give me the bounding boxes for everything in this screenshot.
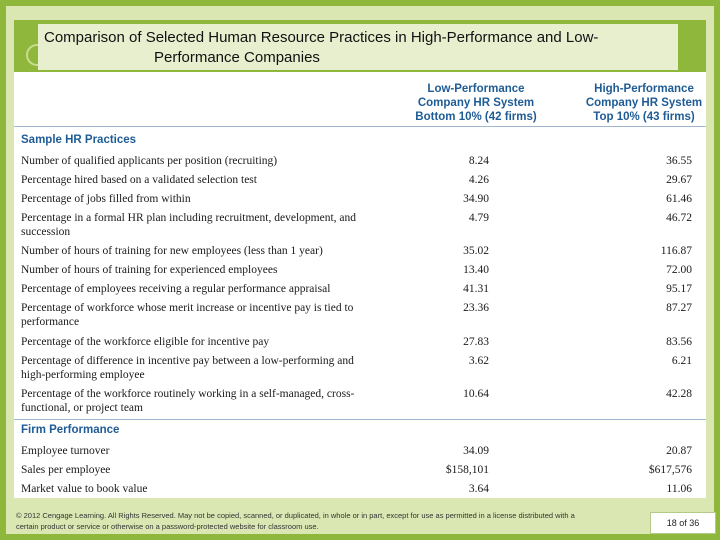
row-label: Percentage of difference in incentive pa… [21, 355, 354, 381]
column-header-high: High-Performance Company HR System Top 1… [569, 82, 719, 124]
column-header-low-line: Low-Performance [427, 83, 525, 95]
row-value-low: $158,101 [445, 464, 489, 476]
row-label: Percentage of the workforce routinely wo… [21, 388, 355, 414]
row-value-high: 42.28 [666, 388, 692, 400]
column-header-low-line: Company HR System [417, 97, 535, 109]
row-value-high: 83.56 [666, 336, 692, 348]
row-label: Percentage of workforce whose merit incr… [21, 302, 354, 328]
row-label: Sales per employee [21, 464, 111, 476]
header-rule [14, 126, 706, 127]
page-number: 18 of 36 [650, 512, 716, 534]
row-value-low: 34.09 [463, 445, 489, 457]
row-label: Percentage hired based on a validated se… [21, 174, 257, 186]
row-value-high: 20.87 [666, 445, 692, 457]
copyright-notice: © 2012 Cengage Learning. All Rights Rese… [16, 511, 575, 531]
column-header-high-line: Company HR System [585, 97, 703, 109]
section-heading-practices: Sample HR Practices [21, 134, 137, 146]
column-header-high-line: Top 10% (43 firms) [593, 111, 695, 123]
row-value-low: 27.83 [463, 336, 489, 348]
row-label: Percentage of the workforce eligible for… [21, 336, 270, 348]
title-line-1: Comparison of Selected Human Resource Pr… [44, 29, 599, 46]
row-value-high: 29.67 [666, 174, 692, 186]
row-value-high: 87.27 [666, 302, 692, 314]
row-value-high: 95.17 [666, 283, 692, 295]
row-value-low: 13.40 [463, 264, 489, 276]
row-value-low: 4.26 [468, 174, 489, 186]
row-value-high: $617,576 [648, 464, 692, 476]
row-value-low: 23.36 [463, 302, 489, 314]
row-value-high: 46.72 [666, 212, 692, 224]
row-value-high: 36.55 [666, 155, 692, 167]
row-value-low: 4.79 [468, 212, 489, 224]
column-header-high-line: High-Performance [594, 83, 694, 95]
row-value-low: 34.90 [463, 193, 489, 205]
section-rule [14, 419, 706, 420]
row-value-high: 61.46 [666, 193, 692, 205]
row-label: Number of qualified applicants per posit… [21, 155, 278, 167]
row-value-low: 35.02 [463, 245, 489, 257]
column-header-low-line: Bottom 10% (42 firms) [415, 111, 537, 123]
title-line-2: Performance Companies [154, 49, 320, 66]
row-value-low: 41.31 [463, 283, 489, 295]
row-label: Percentage of employees receiving a regu… [21, 283, 331, 295]
slide-title: Comparison of Selected Human Resource Pr… [44, 28, 664, 68]
row-label: Percentage in a formal HR plan including… [21, 212, 356, 238]
row-value-high: 116.87 [660, 245, 692, 257]
row-value-high: 11.06 [666, 483, 692, 495]
row-label: Percentage of jobs filled from within [21, 193, 191, 205]
row-value-low: 8.24 [468, 155, 489, 167]
row-label: Number of hours of training for new empl… [21, 245, 323, 257]
row-label: Employee turnover [21, 445, 110, 457]
row-value-low: 10.64 [463, 388, 489, 400]
row-value-low: 3.62 [468, 355, 489, 367]
section-heading-performance: Firm Performance [21, 424, 120, 436]
row-value-high: 6.21 [671, 355, 692, 367]
row-value-low: 3.64 [468, 483, 489, 495]
column-header-low: Low-Performance Company HR System Bottom… [401, 82, 551, 124]
row-value-high: 72.00 [666, 264, 692, 276]
row-label: Market value to book value [21, 483, 148, 495]
row-label: Number of hours of training for experien… [21, 264, 278, 276]
